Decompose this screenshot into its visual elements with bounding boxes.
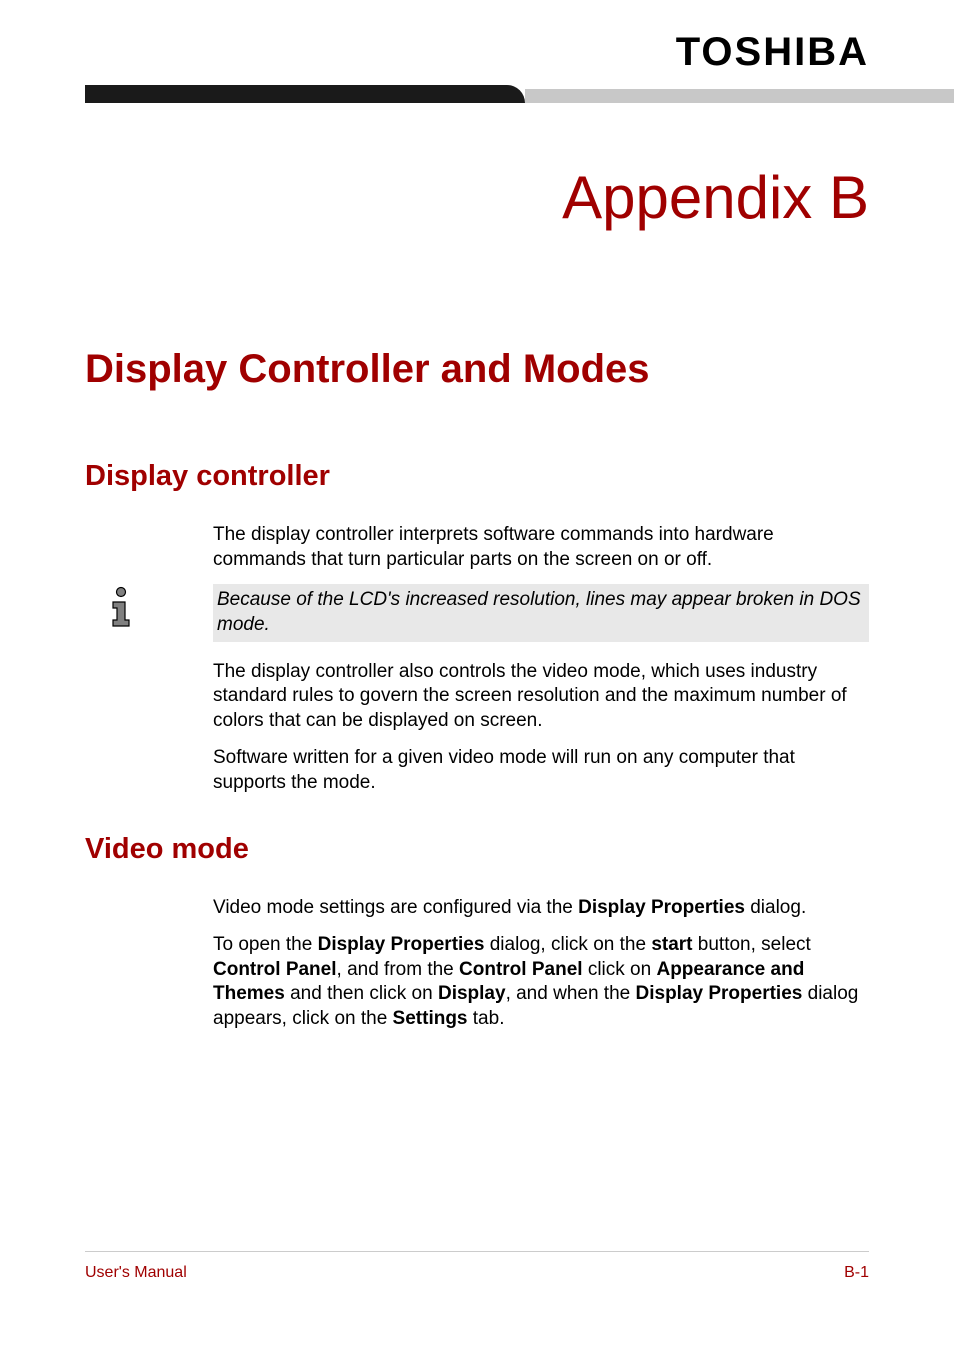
text-run: , and from the <box>337 959 460 980</box>
body-paragraph: To open the Display Properties dialog, c… <box>213 933 869 1032</box>
text-bold: Display <box>438 983 506 1004</box>
body-paragraph: Software written for a given video mode … <box>213 746 869 795</box>
section-heading-display-controller: Display controller <box>85 460 869 493</box>
body-paragraph: The display controller also controls the… <box>213 660 869 734</box>
text-run: dialog. <box>745 897 806 918</box>
text-bold: Display Properties <box>578 897 745 918</box>
body-paragraph: The display controller interprets softwa… <box>213 523 869 572</box>
text-bold: Control Panel <box>459 959 583 980</box>
info-icon <box>85 584 213 628</box>
appendix-title: Appendix B <box>85 163 869 232</box>
text-run: button, select <box>693 934 811 955</box>
text-run: and then click on <box>285 983 438 1004</box>
text-run: To open the <box>213 934 318 955</box>
brand-logo: TOSHIBA <box>85 30 869 75</box>
document-page: TOSHIBA Appendix B Display Controller an… <box>0 0 954 1352</box>
text-run: , and when the <box>506 983 636 1004</box>
page-footer: User's Manual B-1 <box>85 1251 869 1282</box>
footer-left: User's Manual <box>85 1264 187 1282</box>
text-run: Video mode settings are configured via t… <box>213 897 578 918</box>
text-run: dialog, click on the <box>484 934 651 955</box>
text-bold: Display Properties <box>636 983 803 1004</box>
note-text: Because of the LCD's increased resolutio… <box>213 584 869 641</box>
section-heading-video-mode: Video mode <box>85 833 869 866</box>
footer-page-number: B-1 <box>844 1264 869 1282</box>
body-paragraph: Video mode settings are configured via t… <box>213 896 869 921</box>
text-bold: Display Properties <box>318 934 485 955</box>
text-bold: start <box>651 934 692 955</box>
text-run: tab. <box>468 1008 505 1029</box>
note-block: Because of the LCD's increased resolutio… <box>85 584 869 641</box>
text-run: click on <box>583 959 657 980</box>
text-bold: Control Panel <box>213 959 337 980</box>
text-bold: Settings <box>393 1008 468 1029</box>
header-decoration-bar <box>0 85 954 103</box>
main-heading: Display Controller and Modes <box>85 347 869 392</box>
